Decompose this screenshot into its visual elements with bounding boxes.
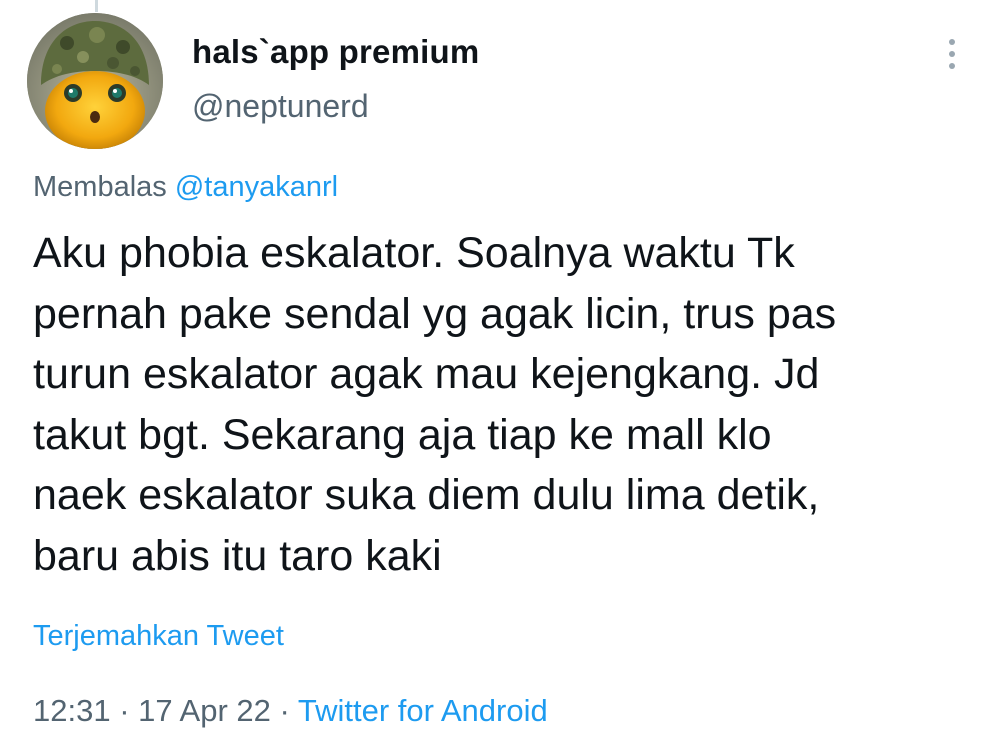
- avatar[interactable]: [27, 13, 163, 149]
- tweet-date[interactable]: 17 Apr 22: [138, 693, 271, 728]
- tweet-text: Aku phobia eskalator. Soalnya waktu Tk p…: [33, 229, 837, 580]
- thread-connector-line: [95, 0, 98, 12]
- meta-separator: ·: [110, 693, 139, 728]
- translate-tweet-link[interactable]: Terjemahkan Tweet: [33, 620, 284, 653]
- tweet-source-link[interactable]: Twitter for Android: [298, 693, 548, 728]
- replying-to-prefix: Membalas: [33, 171, 175, 203]
- author-handle[interactable]: @neptunerd: [192, 88, 369, 125]
- replying-to-handle-link[interactable]: @tanyakanrl: [175, 171, 338, 203]
- author-display-name[interactable]: hals`app premium: [192, 33, 479, 71]
- helmet-character-avatar-icon: [27, 13, 163, 149]
- tweet-time[interactable]: 12:31: [33, 693, 111, 728]
- tweet-metadata: 12:31 · 17 Apr 22 · Twitter for Android: [33, 693, 548, 729]
- more-vertical-icon[interactable]: [934, 34, 970, 74]
- meta-separator: ·: [270, 693, 298, 728]
- tweet-card: hals`app premium @neptunerd Membalas @ta…: [0, 0, 1000, 746]
- replying-to: Membalas @tanyakanrl: [33, 171, 338, 204]
